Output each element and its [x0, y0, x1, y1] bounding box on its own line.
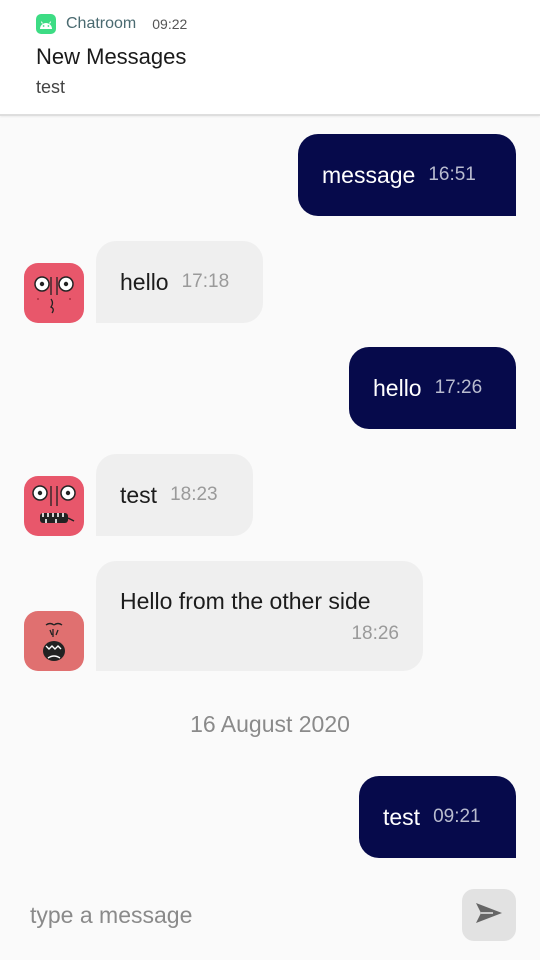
date-separator: 16 August 2020	[190, 711, 350, 737]
message-text: hello	[120, 268, 169, 295]
message-text: message	[322, 161, 416, 188]
message-text: hello	[373, 374, 422, 401]
outgoing-message-bubble[interactable]: hello 17:26	[349, 347, 516, 429]
incoming-message-bubble[interactable]: hello 17:18	[96, 241, 263, 323]
message-text: test	[383, 803, 421, 830]
message-time: 17:18	[181, 271, 230, 292]
sender-avatar[interactable]	[24, 611, 84, 671]
message-time: 16:51	[428, 164, 476, 185]
sender-avatar[interactable]	[24, 476, 84, 536]
notification-title: New Messages	[36, 44, 187, 69]
notification-app-name: Chatroom	[66, 15, 137, 32]
notification[interactable]: Chatroom 09:22 New Messages test	[0, 0, 540, 116]
notification-header: Chatroom 09:22	[36, 13, 187, 35]
notification-text: test	[36, 77, 66, 97]
message-text: Hello from the other side	[120, 587, 371, 614]
outgoing-message-bubble[interactable]: test 09:21	[359, 776, 516, 858]
message-input[interactable]	[30, 897, 430, 933]
android-app-icon	[36, 14, 56, 34]
message-time: 18:23	[170, 484, 218, 505]
send-icon	[475, 901, 503, 930]
message-time: 17:26	[434, 377, 483, 398]
incoming-message-bubble[interactable]: test 18:23	[96, 454, 253, 536]
notification-time: 09:22	[152, 16, 188, 32]
message-time: 18:26	[351, 622, 399, 644]
message-text: test	[120, 481, 158, 508]
outgoing-message-bubble[interactable]: message 16:51	[298, 134, 516, 216]
message-time: 09:21	[433, 806, 481, 827]
incoming-message-bubble[interactable]: Hello from the other side 18:26	[96, 561, 423, 671]
sender-avatar[interactable]	[24, 263, 84, 323]
chat-screen: Chatroom 09:22 New Messages test message…	[0, 0, 540, 960]
send-button[interactable]	[462, 889, 516, 941]
